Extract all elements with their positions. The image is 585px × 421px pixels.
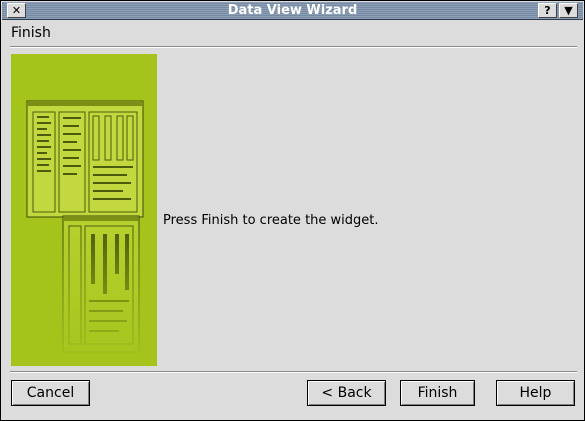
close-icon[interactable]: ✕ bbox=[7, 3, 26, 18]
wizard-illustration bbox=[11, 54, 157, 366]
back-button[interactable]: < Back bbox=[307, 380, 386, 406]
page-title: Finish bbox=[11, 25, 51, 41]
finish-button[interactable]: Finish bbox=[400, 380, 475, 406]
help-icon[interactable]: ? bbox=[538, 3, 557, 18]
header-divider bbox=[10, 46, 577, 48]
finish-message: Press Finish to create the widget. bbox=[163, 213, 379, 228]
cancel-button[interactable]: Cancel bbox=[11, 380, 90, 406]
footer-divider bbox=[10, 371, 577, 373]
wizard-window: ✕ Data View Wizard ? ▼ Finish Press Fini… bbox=[0, 0, 585, 421]
window-title: Data View Wizard bbox=[227, 3, 358, 18]
wizard-windows-illustration-icon bbox=[11, 54, 157, 366]
title-bar[interactable]: ✕ Data View Wizard ? ▼ bbox=[2, 2, 583, 20]
help-button[interactable]: Help bbox=[496, 380, 575, 406]
window-menu-icon[interactable]: ▼ bbox=[559, 3, 578, 18]
